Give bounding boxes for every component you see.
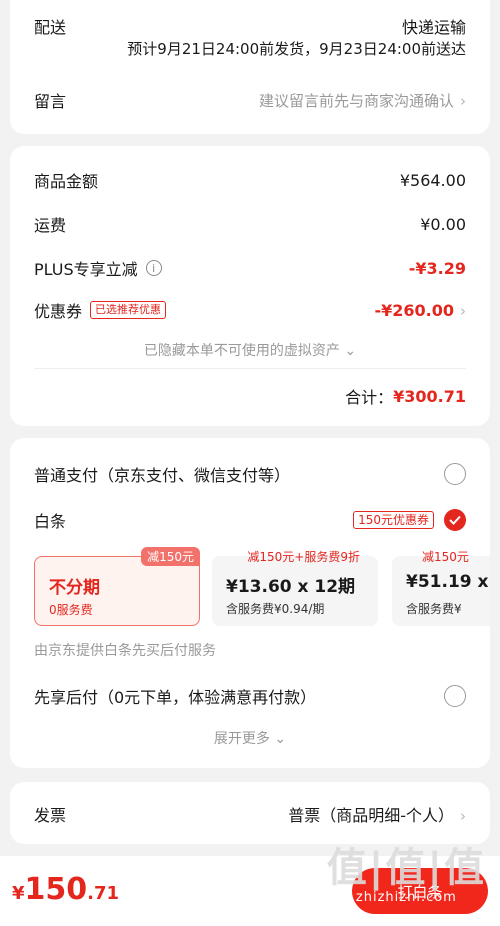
delivery-card: 配送 快递运输 预计9月21日24:00前发货，9月23日24:00前送达 留言…	[10, 0, 490, 134]
plan-sub: 0服务费	[49, 603, 93, 617]
normal-payment-option[interactable]: 普通支付（京东支付、微信支付等）	[34, 462, 466, 486]
baitiao-note: 由京东提供白条先买后付服务	[34, 643, 216, 659]
plan-badge: 减150元	[141, 547, 200, 566]
invoice-label: 发票	[34, 806, 67, 825]
normal-payment-label: 普通支付（京东支付、微信支付等）	[34, 466, 291, 485]
message-row[interactable]: 留言 建议留言前先与商家沟通确认 ›	[34, 88, 466, 112]
message-label: 留言	[34, 92, 67, 111]
pay-later-option[interactable]: 先享后付（0元下单，体验满意再付款）	[34, 684, 466, 708]
chevron-down-icon: ⌄	[274, 731, 287, 747]
goods-amount-value: ¥564.00	[399, 170, 466, 190]
coupon-tag: 已选推荐优惠	[90, 301, 167, 319]
watermark-url: zhizhizhi.com	[355, 890, 457, 905]
invoice-card[interactable]: 发票 普票（商品明细-个人） ›	[10, 782, 490, 844]
delivery-label: 配送	[34, 18, 67, 37]
total-value: ¥300.71	[393, 386, 466, 406]
coupon-label: 优惠券	[34, 302, 83, 321]
hidden-assets-text: 已隐藏本单不可使用的虚拟资产	[143, 343, 340, 359]
invoice-value: 普票（商品明细-个人）	[288, 806, 454, 825]
radio-unchecked-icon[interactable]	[444, 463, 466, 485]
order-summary-card: 商品金额 ¥564.00 运费 ¥0.00 PLUS专享立减 i -¥3.29 …	[10, 146, 490, 426]
chevron-right-icon: ›	[460, 807, 466, 825]
hidden-assets-toggle[interactable]: 已隐藏本单不可使用的虚拟资产 ⌄	[10, 340, 490, 360]
coupon-value: -¥260.00	[374, 300, 454, 320]
baitiao-option[interactable]: 白条 150元优惠券	[34, 508, 466, 532]
expand-more-label: 展开更多	[213, 731, 270, 747]
installment-plan-partial[interactable]: 减150元 ¥51.19 x 含服务费¥	[392, 550, 490, 626]
checkmark-icon[interactable]	[444, 509, 466, 531]
goods-amount-label: 商品金额	[34, 172, 99, 191]
chevron-right-icon: ›	[460, 91, 466, 110]
price-integer: 150	[24, 872, 88, 907]
divider	[34, 368, 466, 369]
delivery-estimate: 预计9月21日24:00前发货，9月23日24:00前送达	[127, 40, 466, 58]
plan-badge: 减150元	[422, 550, 469, 564]
plan-main: ¥13.60 x 12期	[226, 577, 356, 597]
payment-card: 普通支付（京东支付、微信支付等） 白条 150元优惠券 减150元 不分期 0服…	[10, 438, 490, 768]
watermark-logo: 值|值|值 zhizhizhi.com	[327, 846, 486, 905]
pay-amount: ¥150.71	[12, 872, 119, 907]
plan-sub: 含服务费¥0.94/期	[226, 602, 325, 616]
price-symbol: ¥	[12, 883, 25, 904]
info-icon[interactable]: i	[145, 260, 162, 276]
shipping-value: ¥0.00	[420, 214, 466, 234]
plus-discount-value: -¥3.29	[408, 258, 466, 278]
chevron-down-icon: ⌄	[344, 343, 357, 359]
chevron-right-icon: ›	[460, 301, 466, 320]
plan-main: 不分期	[49, 578, 100, 598]
message-placeholder: 建议留言前先与商家沟通确认	[258, 91, 454, 110]
delivery-row[interactable]: 配送 快递运输	[34, 14, 466, 38]
plan-sub: 含服务费¥	[406, 602, 462, 616]
price-decimal: .71	[87, 883, 120, 904]
installment-plan-none[interactable]: 减150元 不分期 0服务费	[34, 547, 200, 626]
installment-plan-12[interactable]: 减150元+服务费9折 ¥13.60 x 12期 含服务费¥0.94/期	[212, 550, 378, 626]
radio-unchecked-icon[interactable]	[444, 685, 466, 707]
pay-later-label: 先享后付（0元下单，体验满意再付款）	[34, 688, 317, 707]
expand-more-toggle[interactable]: 展开更多 ⌄	[10, 728, 490, 748]
plus-discount-label: PLUS专享立减	[34, 260, 138, 279]
delivery-method: 快递运输	[401, 18, 466, 37]
total-label: 合计：	[345, 388, 394, 407]
coupon-row[interactable]: 优惠券 已选推荐优惠 -¥260.00 ›	[34, 298, 466, 322]
watermark-text: 值|值|值	[326, 845, 486, 891]
shipping-label: 运费	[34, 216, 67, 235]
plan-badge: 减150元+服务费9折	[247, 550, 360, 564]
plan-main: ¥51.19 x	[406, 572, 489, 592]
baitiao-coupon-tag: 150元优惠券	[353, 511, 434, 529]
baitiao-label: 白条	[34, 512, 67, 531]
